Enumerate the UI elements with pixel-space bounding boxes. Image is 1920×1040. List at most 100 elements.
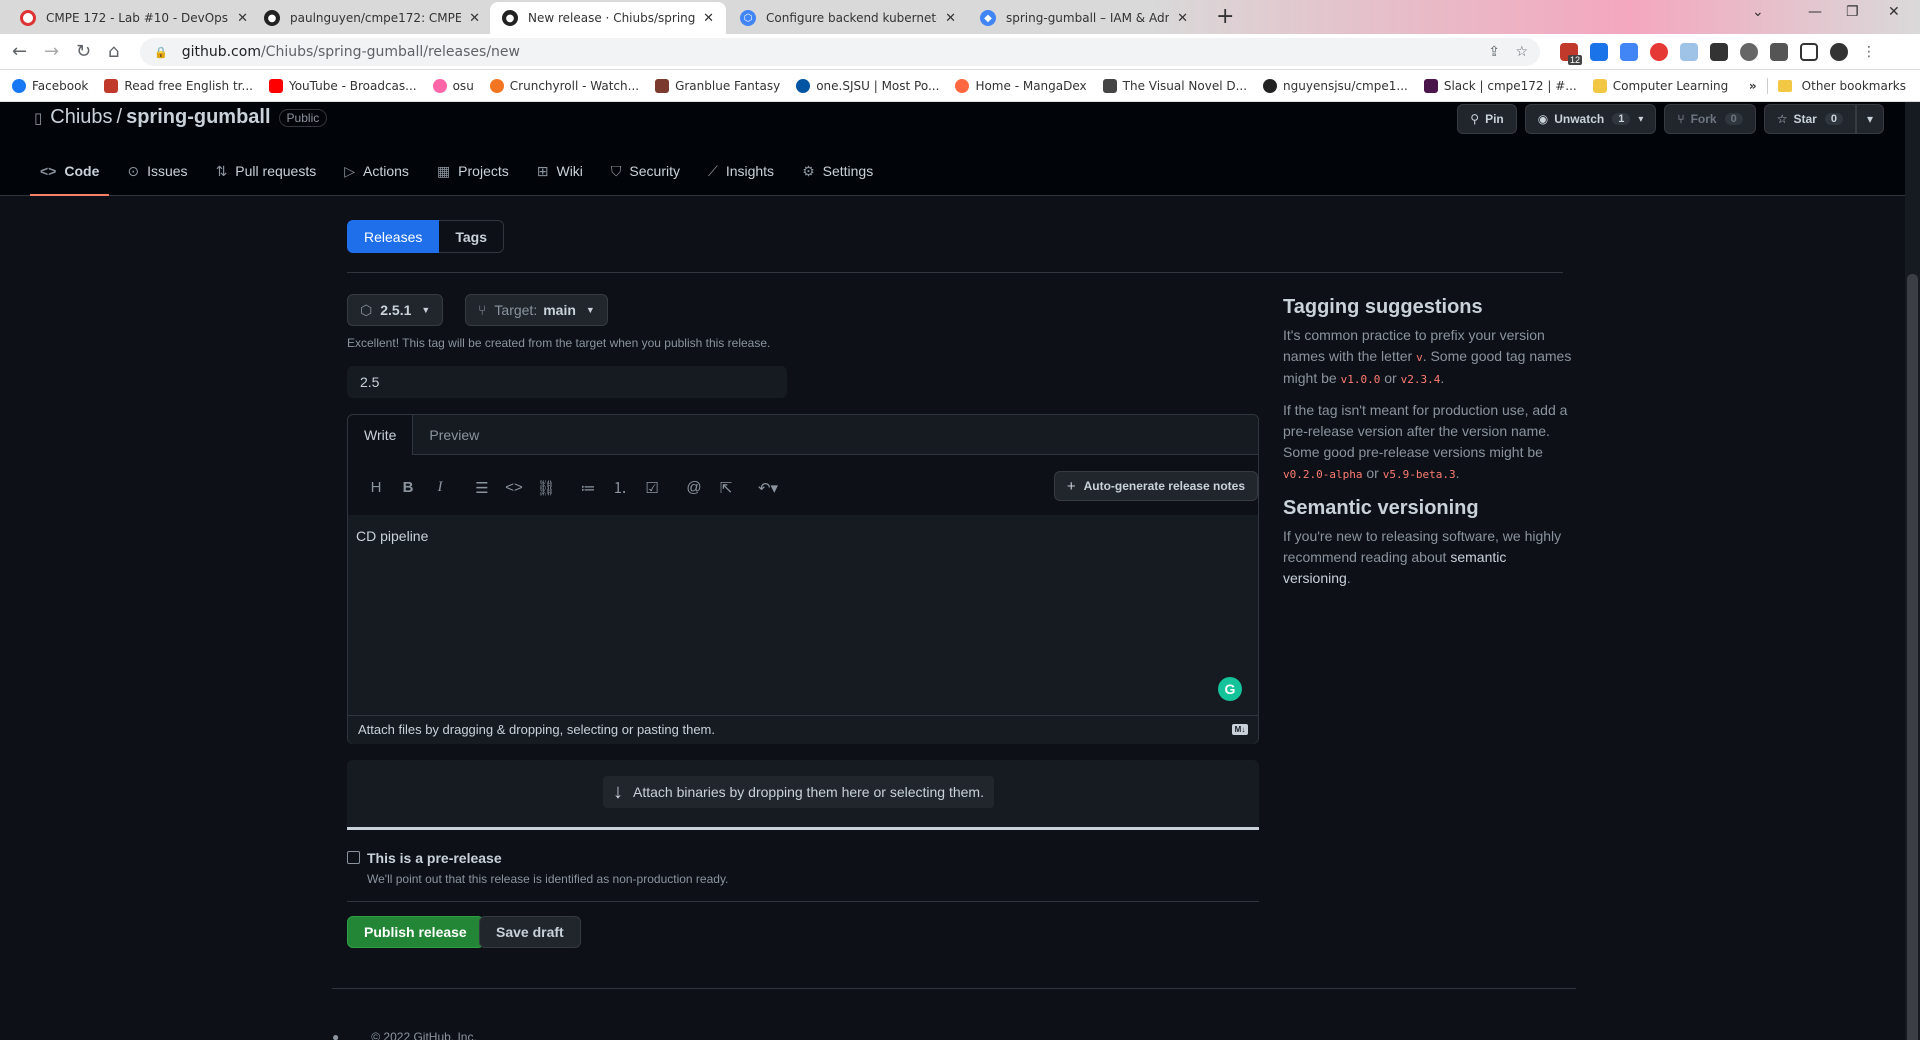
bookmark-item[interactable]: nguyensjsu/cmpe1...	[1263, 78, 1408, 93]
binaries-drop-label[interactable]: ↓ Attach binaries by dropping them here …	[603, 776, 994, 808]
extension-icon[interactable]	[1710, 43, 1728, 61]
tab-write[interactable]: Write	[348, 415, 414, 455]
task-list-icon[interactable]: ☑	[636, 479, 668, 497]
prerelease-label[interactable]: This is a pre-release	[367, 850, 502, 866]
tab-settings[interactable]: ⚙ Settings	[792, 146, 883, 196]
tab-search-icon[interactable]: ⌄	[1752, 4, 1764, 20]
close-tab-icon[interactable]: ✕	[703, 11, 714, 26]
crunchyroll-icon	[489, 78, 504, 93]
bold-icon[interactable]: B	[392, 479, 424, 496]
bookmark-item[interactable]: Facebook	[12, 78, 88, 93]
tab-issues[interactable]: ⊙ Issues	[117, 146, 197, 196]
forward-icon[interactable]: →	[44, 41, 59, 62]
puzzle-icon[interactable]	[1770, 43, 1788, 61]
home-icon[interactable]: ⌂	[108, 41, 119, 62]
tab-security[interactable]: ⛉ Security	[601, 146, 690, 196]
auto-generate-notes-button[interactable]: + Auto-generate release notes	[1053, 471, 1258, 501]
release-title-input[interactable]	[347, 366, 787, 398]
scrollbar-thumb[interactable]	[1907, 274, 1918, 1040]
star-lists-dropdown[interactable]: ▾	[1855, 104, 1884, 134]
bookmark-item[interactable]: YouTube - Broadcas...	[268, 78, 417, 93]
semver-paragraph: If you're new to releasing software, we …	[1283, 526, 1573, 589]
back-icon[interactable]: ←	[12, 41, 27, 62]
subnav-releases[interactable]: Releases	[347, 220, 440, 253]
choose-tag-button[interactable]: ⬡ 2.5.1 ▼	[347, 294, 444, 326]
extension-icon[interactable]	[1680, 43, 1698, 61]
other-bookmarks[interactable]: Other bookmarks	[1802, 79, 1906, 93]
bookmark-item[interactable]: osu	[432, 78, 474, 93]
repo-owner-link[interactable]: Chiubs	[50, 106, 112, 129]
code-icon[interactable]: <>	[498, 479, 530, 496]
markdown-icon[interactable]: M↓	[1232, 724, 1248, 735]
bookmark-item[interactable]: Crunchyroll - Watch...	[489, 78, 639, 93]
close-tab-icon[interactable]: ✕	[237, 11, 248, 26]
tab-actions[interactable]: ▷ Actions	[334, 146, 419, 196]
share-icon[interactable]: ⇪	[1488, 44, 1500, 60]
tab-wiki[interactable]: ⊞ Wiki	[527, 146, 593, 196]
extension-icon[interactable]	[1650, 43, 1668, 61]
tab-preview[interactable]: Preview	[413, 415, 495, 454]
extension-icon[interactable]	[1620, 43, 1638, 61]
browser-tab[interactable]: CMPE 172 - Lab #10 - DevOps Cl ✕	[8, 2, 260, 34]
minimize-icon[interactable]: —	[1808, 4, 1822, 20]
numbered-list-icon[interactable]: ⒈	[604, 477, 636, 498]
side-panel-icon[interactable]	[1800, 43, 1818, 61]
heading-icon[interactable]: H	[360, 479, 392, 496]
bookmark-item[interactable]: Read free English tr...	[104, 78, 253, 93]
mention-icon[interactable]: @	[678, 479, 710, 496]
reload-icon[interactable]: ↻	[76, 41, 91, 62]
extension-icon[interactable]: 12	[1560, 43, 1582, 65]
extension-icon[interactable]	[1740, 43, 1758, 61]
tab-code[interactable]: <> Code	[30, 146, 110, 196]
browser-tab[interactable]: ◆ spring-gumball – IAM & Admin – ✕	[968, 2, 1200, 34]
tab-projects[interactable]: ▦ Projects	[427, 146, 519, 196]
browser-tab[interactable]: ⬡ Configure backend kubernetes se ✕	[728, 2, 968, 34]
close-window-icon[interactable]: ✕	[1888, 4, 1900, 20]
kebab-menu-icon[interactable]: ⋮	[1860, 43, 1878, 61]
prerelease-checkbox[interactable]	[347, 851, 360, 864]
page-scrollbar[interactable]	[1905, 102, 1920, 1040]
restore-icon[interactable]: ❐	[1846, 4, 1859, 20]
github-icon: ●	[264, 10, 280, 26]
italic-icon[interactable]: I	[424, 479, 456, 496]
release-notes-textarea[interactable]: CD pipeline G	[348, 515, 1258, 715]
subnav-tags[interactable]: Tags	[439, 220, 505, 253]
close-tab-icon[interactable]: ✕	[945, 11, 956, 26]
bookmark-item[interactable]: The Visual Novel D...	[1102, 78, 1247, 93]
target-branch-button[interactable]: ⑂ Target: main ▼	[465, 294, 608, 326]
lock-icon[interactable]: 🔒	[154, 46, 168, 59]
bulleted-list-icon[interactable]: ≔	[572, 479, 604, 497]
tab-pull-requests[interactable]: ⇅ Pull requests	[206, 146, 327, 196]
close-tab-icon[interactable]: ✕	[469, 11, 480, 26]
extension-icon[interactable]	[1590, 43, 1608, 61]
bookmark-item[interactable]: Home - MangaDex	[955, 78, 1087, 93]
close-tab-icon[interactable]: ✕	[1177, 11, 1188, 26]
bookmark-item[interactable]: Granblue Fantasy	[655, 78, 780, 93]
avatar[interactable]	[1830, 43, 1848, 61]
fork-button[interactable]: ⑂ Fork 0	[1664, 104, 1756, 134]
browser-tab-active[interactable]: ● New release · Chiubs/spring-gum ✕	[490, 2, 726, 34]
repo-name-link[interactable]: spring-gumball	[126, 106, 270, 129]
star-button[interactable]: ☆ Star 0	[1763, 104, 1856, 134]
tab-insights[interactable]: ⟋ Insights	[698, 146, 784, 196]
attach-files-bar[interactable]: Attach files by dragging & dropping, sel…	[348, 715, 1258, 744]
pin-button[interactable]: ⚲ Pin	[1457, 104, 1517, 134]
binaries-dropzone[interactable]: ↓ Attach binaries by dropping them here …	[347, 760, 1259, 830]
link-icon[interactable]: ⛓	[530, 479, 562, 497]
bookmark-star-icon[interactable]: ☆	[1515, 44, 1528, 60]
save-draft-button[interactable]: Save draft	[479, 916, 581, 948]
quote-icon[interactable]: ☰	[466, 479, 498, 497]
publish-release-button[interactable]: Publish release	[347, 916, 484, 948]
bookmark-item[interactable]: one.SJSU | Most Po...	[796, 78, 939, 93]
url-bar[interactable]: 🔒 github.com/Chiubs/spring-gumball/relea…	[140, 38, 1540, 66]
new-tab-icon[interactable]: +	[1216, 4, 1234, 29]
bookmark-item[interactable]: Computer Learning	[1592, 78, 1728, 93]
bookmark-item[interactable]: Slack | cmpe172 | #...	[1423, 78, 1577, 93]
undo-icon[interactable]: ↶▾	[752, 479, 784, 497]
cross-reference-icon[interactable]: ⇱	[710, 479, 742, 497]
issue-icon: ⊙	[127, 162, 140, 179]
browser-tab[interactable]: ● paulnguyen/cmpe172: CMPE 172 ✕	[252, 2, 492, 34]
grammarly-icon[interactable]: G	[1218, 677, 1242, 701]
unwatch-button[interactable]: ◉ Unwatch 1 ▾	[1524, 104, 1657, 134]
more-bookmarks-icon[interactable]: »	[1749, 79, 1757, 93]
